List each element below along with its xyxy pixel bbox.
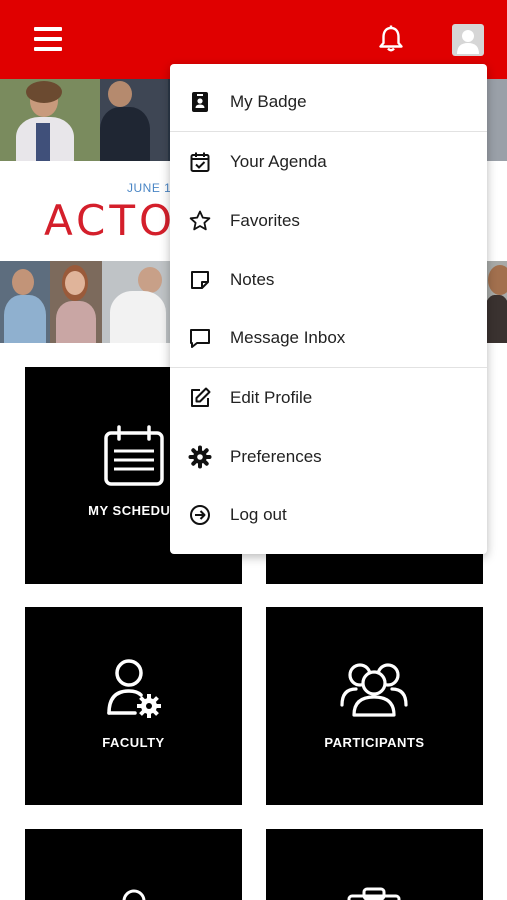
menu-item-edit-profile[interactable]: Edit Profile xyxy=(170,369,487,427)
menu-item-label: Notes xyxy=(230,270,275,289)
menu-divider xyxy=(170,367,487,368)
menu-item-label: Your Agenda xyxy=(230,152,327,171)
group-users-icon xyxy=(340,663,408,717)
banner-photo xyxy=(102,261,170,343)
banner-title: ACTO xyxy=(44,196,177,245)
app-screen: JUNE 1( ACTO MY SCHEDUL FACULTY PARTICIP… xyxy=(0,0,507,900)
tile-bottom-right[interactable] xyxy=(266,829,483,900)
badge-icon xyxy=(192,92,208,112)
menu-item-favorites[interactable]: Favorites xyxy=(170,192,487,250)
banner-date: JUNE 1( xyxy=(127,181,176,195)
tile-label: PARTICIPANTS xyxy=(324,735,425,750)
gear-icon xyxy=(188,445,212,469)
user-avatar-icon[interactable] xyxy=(452,24,484,56)
menu-item-log-out[interactable]: Log out xyxy=(170,486,487,544)
user-icon xyxy=(122,889,146,900)
bell-icon[interactable] xyxy=(376,24,406,54)
menu-item-message-inbox[interactable]: Message Inbox xyxy=(170,309,487,367)
menu-item-preferences[interactable]: Preferences xyxy=(170,428,487,486)
menu-item-notes[interactable]: Notes xyxy=(170,251,487,309)
note-icon xyxy=(191,271,209,289)
tile-bottom-left[interactable] xyxy=(25,829,242,900)
menu-item-my-badge[interactable]: My Badge xyxy=(170,73,487,131)
menu-item-label: Favorites xyxy=(230,211,300,230)
banner-photo xyxy=(50,261,102,343)
logout-icon xyxy=(190,505,210,525)
message-icon xyxy=(190,329,210,348)
hamburger-icon[interactable] xyxy=(34,27,62,53)
tile-faculty[interactable]: FACULTY xyxy=(25,607,242,805)
tile-label: FACULTY xyxy=(102,735,165,750)
star-icon xyxy=(189,210,211,231)
briefcase-icon xyxy=(347,887,401,900)
menu-item-label: Message Inbox xyxy=(230,328,346,347)
banner-photo xyxy=(0,261,50,343)
faculty-gear-user-icon xyxy=(107,659,161,718)
profile-dropdown-menu: My Badge Your Agenda Favorites Notes Mes… xyxy=(170,64,487,554)
menu-item-your-agenda[interactable]: Your Agenda xyxy=(170,133,487,191)
menu-item-label: Log out xyxy=(230,505,287,524)
calendar-check-icon xyxy=(190,152,210,172)
edit-icon xyxy=(191,387,211,407)
banner-photo xyxy=(100,79,168,161)
calendar-icon xyxy=(104,425,164,486)
tile-participants[interactable]: PARTICIPANTS xyxy=(266,607,483,805)
menu-item-label: Preferences xyxy=(230,447,322,466)
menu-item-label: Edit Profile xyxy=(230,388,313,407)
banner-photo xyxy=(0,79,100,161)
menu-divider xyxy=(170,131,487,132)
menu-item-label: My Badge xyxy=(230,92,307,111)
